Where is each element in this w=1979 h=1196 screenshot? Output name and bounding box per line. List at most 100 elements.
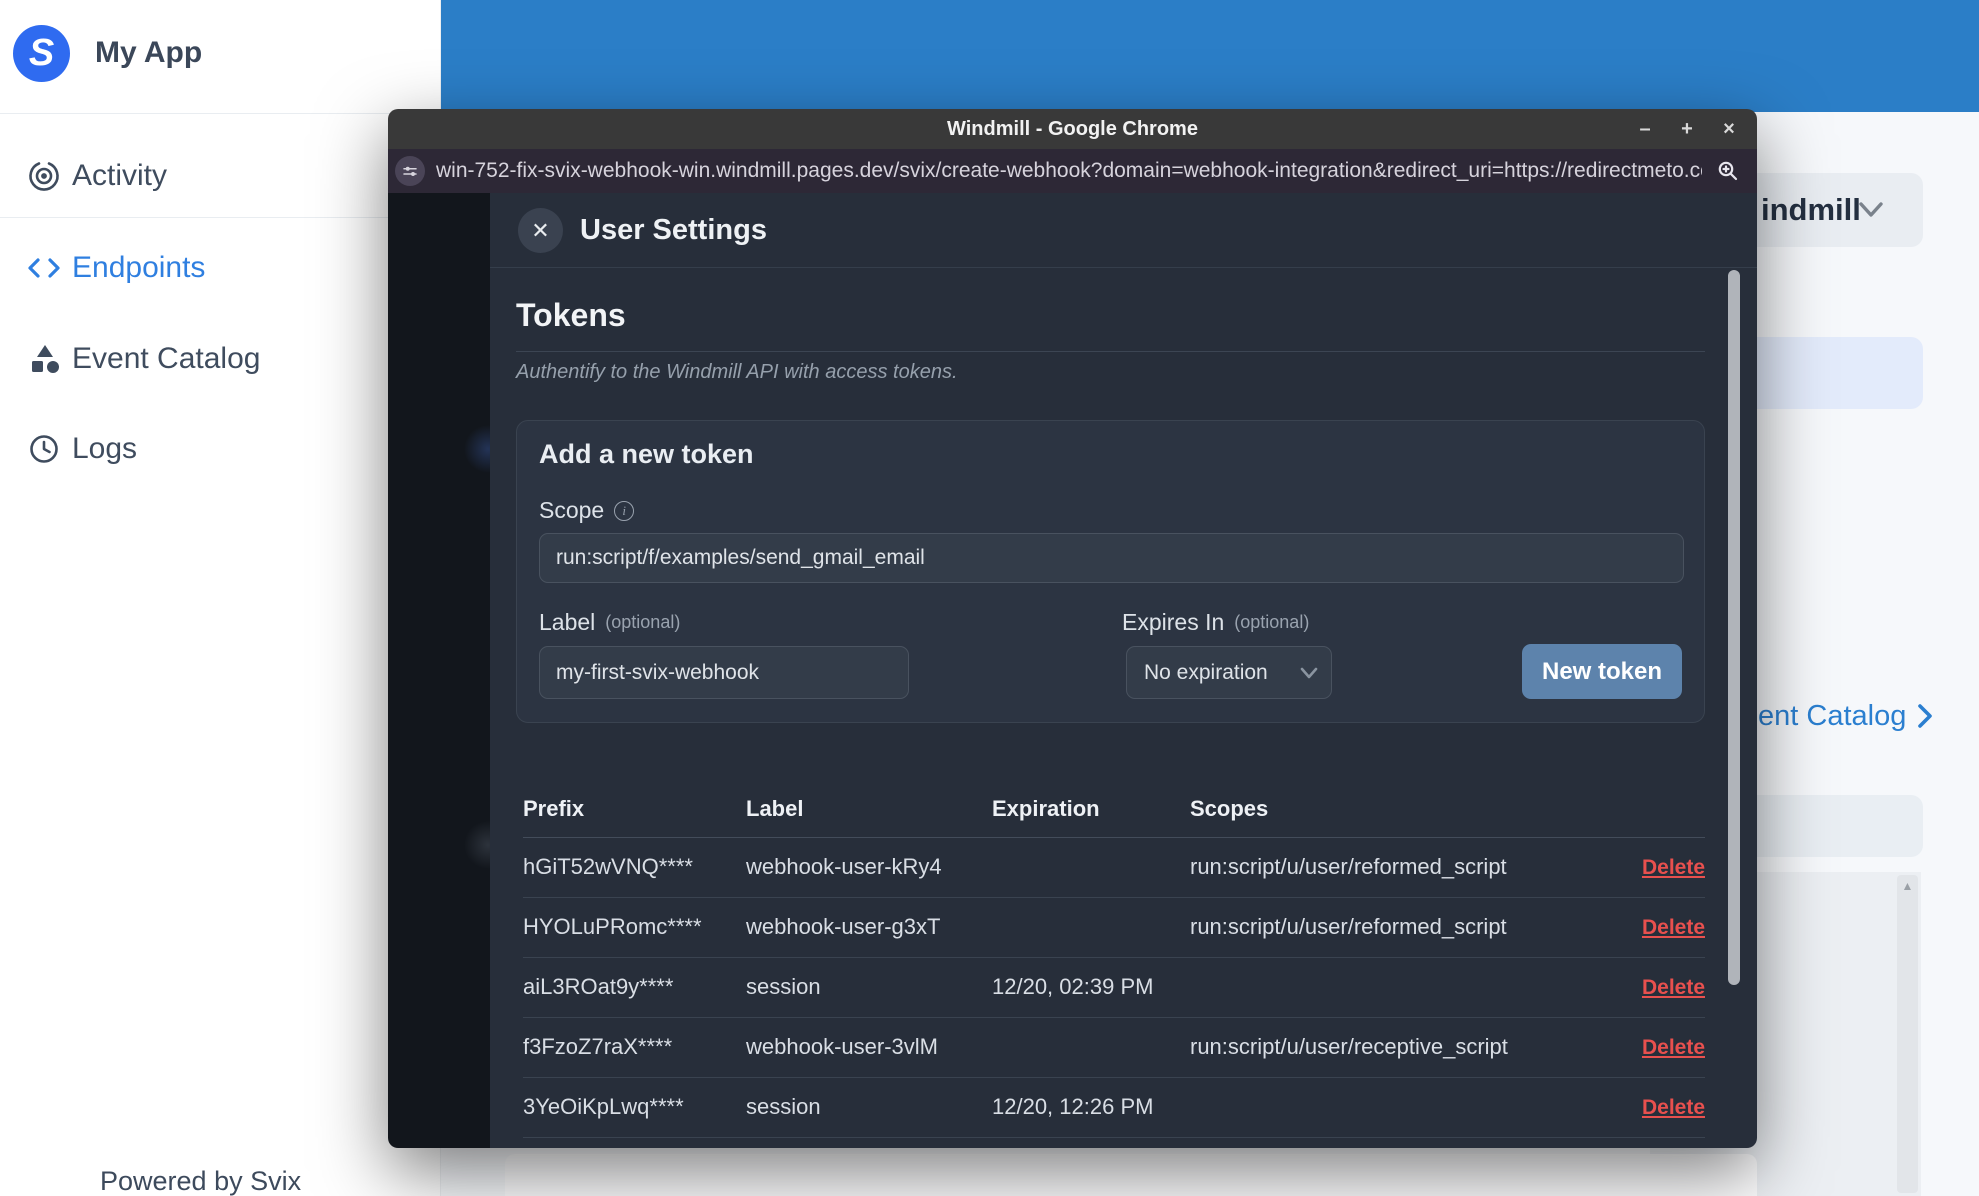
- app-title: My App: [95, 36, 203, 69]
- token-expiration: [992, 837, 1190, 898]
- token-prefix: aiL3ROat9y****: [523, 957, 746, 1018]
- sidebar-item-logs[interactable]: Logs: [0, 421, 441, 477]
- minimize-button[interactable]: –: [1635, 118, 1655, 141]
- sidebar-item-label: Logs: [72, 432, 138, 465]
- col-scopes: Scopes: [1190, 781, 1605, 838]
- token-scopes: [1190, 957, 1605, 1018]
- divider: [516, 351, 1705, 352]
- chevron-down-icon: [1300, 667, 1318, 685]
- url-text[interactable]: win-752-fix-svix-webhook-win.windmill.pa…: [436, 149, 1702, 193]
- sidebar-item-activity[interactable]: Activity: [0, 148, 441, 204]
- token-scopes: run:script/u/user/receptive_script: [1190, 1017, 1605, 1078]
- new-token-button[interactable]: New token: [1522, 644, 1682, 699]
- token-label: webhook-user-3vlM: [746, 1017, 992, 1078]
- modal-header: ✕ User Settings: [490, 193, 1757, 268]
- expires-in-select[interactable]: No expiration: [1126, 646, 1332, 699]
- token-label: webhook-user-kRy4: [746, 837, 992, 898]
- environment-name: indmill: [1761, 192, 1861, 227]
- table-row: hGiT52wVNQ**** webhook-user-kRy4 run:scr…: [523, 837, 1705, 898]
- label-label: Label (optional): [539, 609, 681, 635]
- table-row: HYOLuPRomc**** webhook-user-g3xT run:scr…: [523, 897, 1705, 958]
- info-icon[interactable]: i: [614, 500, 635, 521]
- scroll-up-arrow-icon: ▲: [1901, 879, 1914, 893]
- token-expiration: [992, 897, 1190, 958]
- divider: [0, 113, 441, 114]
- col-actions: [1605, 781, 1705, 838]
- delete-link[interactable]: Delete: [1642, 976, 1705, 999]
- logs-icon: [26, 431, 62, 467]
- window-title: Windmill - Google Chrome: [947, 118, 1198, 140]
- expires-in-label: Expires In (optional): [1122, 609, 1310, 635]
- dimmed-page-backdrop: [388, 193, 490, 1148]
- activity-icon: [26, 158, 62, 194]
- event-catalog-icon: [26, 341, 62, 377]
- address-bar[interactable]: win-752-fix-svix-webhook-win.windmill.pa…: [388, 149, 1757, 193]
- token-prefix: HYOLuPRomc****: [523, 897, 746, 958]
- tokens-heading: Tokens: [516, 297, 626, 333]
- table-header-row: Prefix Label Expiration Scopes: [523, 781, 1705, 838]
- svix-logo-icon: S: [13, 25, 70, 82]
- sidebar-item-endpoints[interactable]: Endpoints: [0, 240, 441, 296]
- site-settings-icon[interactable]: [395, 156, 425, 186]
- close-icon: ✕: [531, 217, 550, 243]
- modal-title: User Settings: [580, 214, 767, 246]
- token-expiration: 12/20, 02:39 PM: [992, 957, 1190, 1018]
- modal-scrollbar-thumb[interactable]: [1728, 270, 1740, 985]
- token-scopes: run:script/u/user/reformed_script: [1190, 897, 1605, 958]
- window-titlebar[interactable]: Windmill - Google Chrome – + ×: [388, 109, 1757, 149]
- delete-link[interactable]: Delete: [1642, 916, 1705, 939]
- sidebar-item-label: Event Catalog: [72, 342, 261, 375]
- event-catalog-link[interactable]: ent Catalog: [1758, 698, 1934, 734]
- table-row: f3FzoZ7raX**** webhook-user-3vlM run:scr…: [523, 1017, 1705, 1078]
- brand: S My App: [0, 0, 441, 113]
- user-settings-modal: ✕ User Settings Tokens Authentify to the…: [490, 193, 1757, 1148]
- add-token-card: Add a new token Scope i Label (optional)…: [516, 420, 1705, 723]
- sidebar-item-event-catalog[interactable]: Event Catalog: [0, 331, 441, 387]
- add-token-heading: Add a new token: [539, 439, 754, 469]
- delete-link[interactable]: Delete: [1642, 1036, 1705, 1059]
- event-catalog-link-label: ent Catalog: [1758, 699, 1907, 732]
- token-scopes: run:script/u/user/reformed_script: [1190, 837, 1605, 898]
- powered-by-svix: Powered by Svix: [100, 1166, 302, 1196]
- token-expiration: 12/20, 12:26 PM: [992, 1077, 1190, 1138]
- background-content-card: [505, 1154, 1757, 1196]
- col-prefix: Prefix: [523, 781, 746, 838]
- chevron-right-icon: [1918, 704, 1933, 728]
- token-label: session: [746, 1077, 992, 1138]
- token-label: webhook-user-g3xT: [746, 897, 992, 958]
- scope-label: Scope i: [539, 497, 635, 524]
- screen: ? S My App Activity: [0, 0, 1979, 1196]
- sidebar-item-label: Activity: [72, 159, 168, 192]
- chrome-window: Windmill - Google Chrome – + × win-752-f…: [388, 109, 1757, 1148]
- token-prefix: 3YeOiKpLwq****: [523, 1077, 746, 1138]
- token-expiration: [992, 1017, 1190, 1078]
- tokens-table-wrap: Prefix Label Expiration Scopes hGiT52wVN…: [523, 781, 1705, 1138]
- tokens-subtitle: Authentify to the Windmill API with acce…: [516, 361, 958, 383]
- close-modal-button[interactable]: ✕: [518, 208, 563, 253]
- maximize-button[interactable]: +: [1677, 118, 1697, 141]
- zoom-icon[interactable]: [1716, 159, 1739, 187]
- col-expiration: Expiration: [992, 781, 1190, 838]
- table-row: aiL3ROat9y**** session 12/20, 02:39 PM D…: [523, 957, 1705, 1018]
- table-row: 3YeOiKpLwq**** session 12/20, 12:26 PM D…: [523, 1077, 1705, 1138]
- token-prefix: hGiT52wVNQ****: [523, 837, 746, 898]
- divider: [0, 217, 441, 218]
- sidebar: S My App Activity Endpoints Event Catalo…: [0, 0, 441, 1196]
- expires-in-value: No expiration: [1144, 661, 1268, 684]
- delete-link[interactable]: Delete: [1642, 1096, 1705, 1119]
- logo-letter: S: [28, 32, 55, 74]
- col-label: Label: [746, 781, 992, 838]
- endpoints-icon: [26, 250, 62, 286]
- label-input[interactable]: [539, 646, 909, 699]
- sidebar-item-label: Endpoints: [72, 251, 206, 284]
- close-window-button[interactable]: ×: [1719, 118, 1739, 141]
- delete-link[interactable]: Delete: [1642, 856, 1705, 879]
- top-header: ?: [441, 0, 1979, 112]
- token-scopes: [1190, 1077, 1605, 1138]
- scope-input[interactable]: [539, 533, 1684, 583]
- background-scrollbar[interactable]: ▲: [1897, 875, 1918, 1193]
- token-label: session: [746, 957, 992, 1018]
- token-prefix: f3FzoZ7raX****: [523, 1017, 746, 1078]
- tokens-table: Prefix Label Expiration Scopes hGiT52wVN…: [523, 781, 1705, 1138]
- chevron-down-icon: [1858, 201, 1884, 224]
